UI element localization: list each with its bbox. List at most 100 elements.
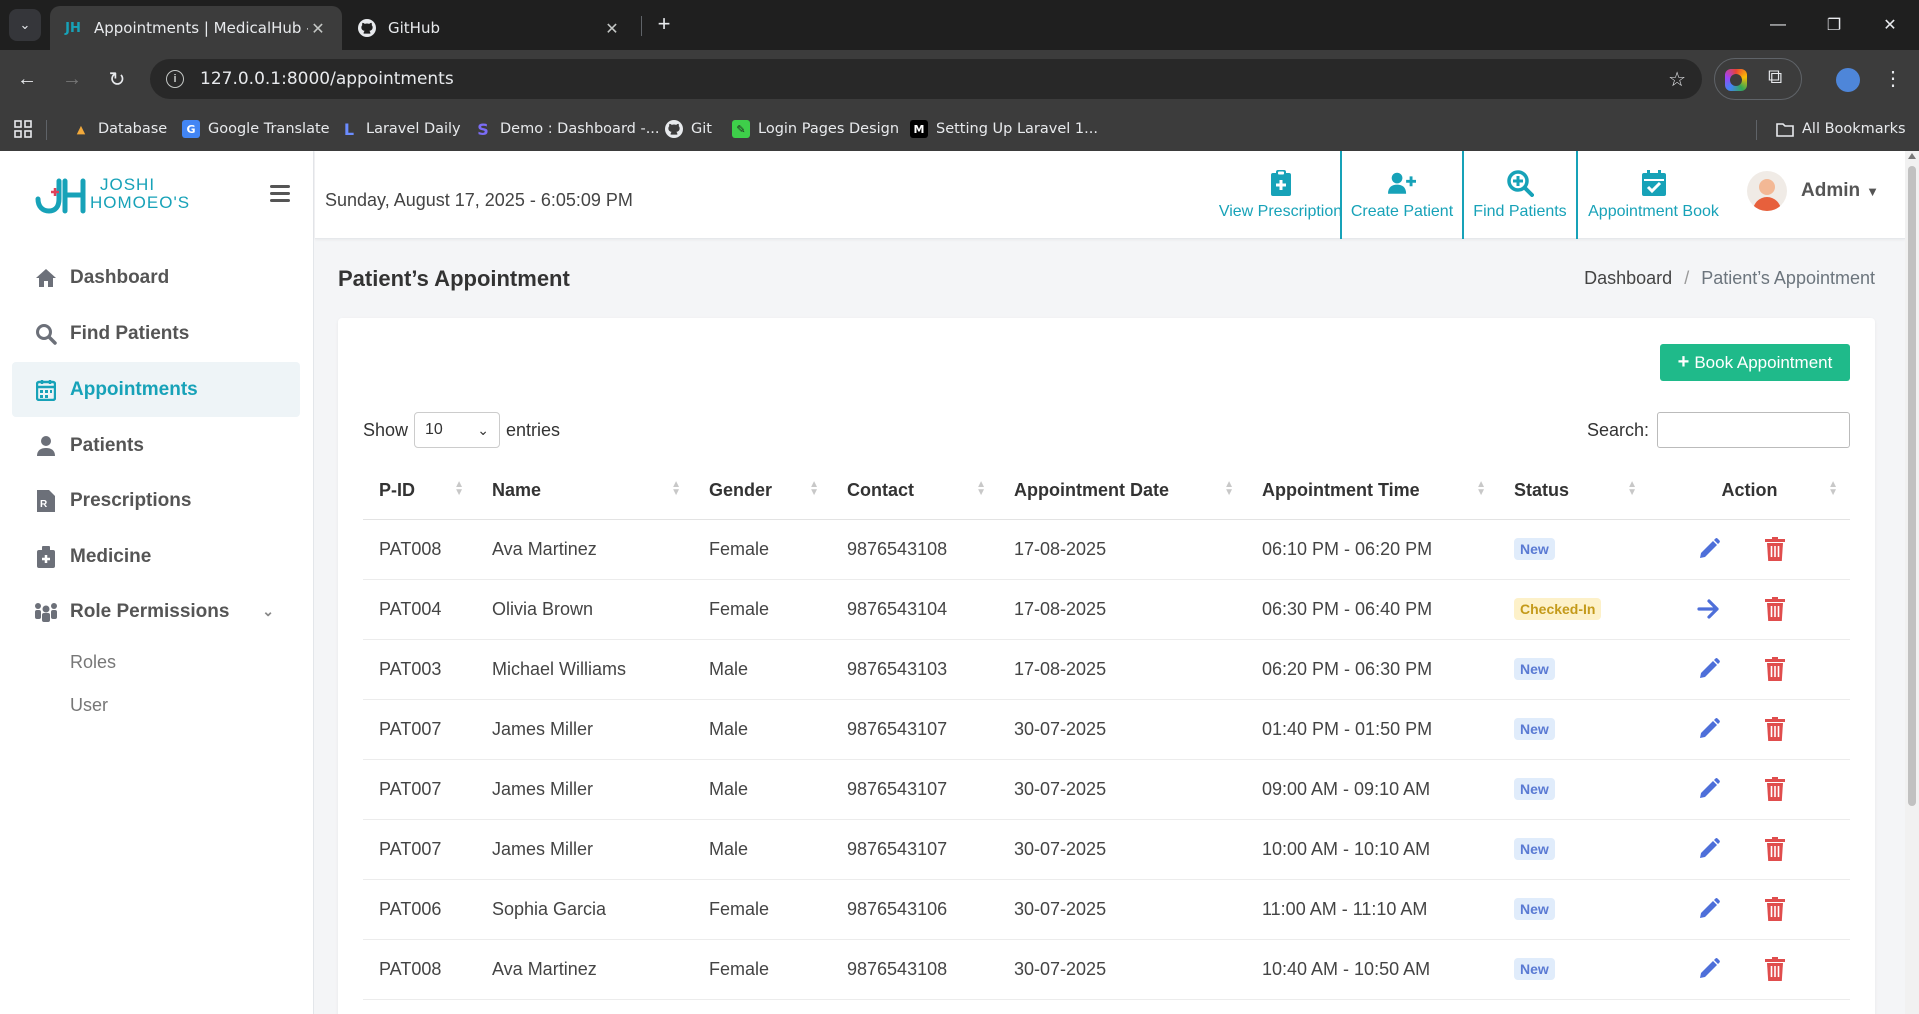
tab-github[interactable]: GitHub ✕ [344,6,636,50]
delete-trash-icon[interactable] [1761,895,1789,923]
column-header-status[interactable]: Status ▲ ▼ [1498,463,1649,520]
table-row: PAT007 James Miller Male 9876543107 30-07-20… [363,819,1850,880]
browser-menu-icon[interactable]: ⋮ [1883,66,1903,91]
sidebar-item-patients[interactable]: Patients [12,418,300,473]
scrollbar-thumb[interactable] [1908,166,1916,806]
delete-trash-icon[interactable] [1761,775,1789,803]
extensions-puzzle-icon[interactable]: ⧉ [1768,66,1782,89]
quick-action-find-patients[interactable]: Find Patients [1462,151,1576,239]
search-input[interactable] [1657,412,1850,448]
user-name: Admin [1801,180,1861,201]
profile-avatar[interactable] [1836,68,1860,92]
column-header-appointment-date[interactable]: Appointment Date ▲ ▼ [998,463,1246,520]
minimize-button[interactable]: — [1749,0,1807,50]
bookmark-setting-up-laravel[interactable]: M Setting Up Laravel 1... [910,120,1098,138]
edit-pencil-icon[interactable] [1695,535,1723,563]
address-bar[interactable]: i 127.0.0.1:8000/appointments ☆ [150,59,1702,99]
delete-trash-icon[interactable] [1761,655,1789,683]
colorful-extension-icon[interactable] [1725,69,1747,91]
edit-pencil-icon[interactable] [1695,895,1723,923]
sidebar-item-find-patients[interactable]: Find Patients [12,306,300,361]
bookmark-git[interactable]: Git [665,120,712,138]
column-label: Appointment Time [1262,480,1420,501]
bookmark-database[interactable]: ▲ Database [72,120,167,138]
sidebar-item-appointments[interactable]: Appointments [12,362,300,417]
medium-icon: M [910,120,928,138]
sort-icon: ▲ ▼ [976,479,986,498]
column-header-appointment-time[interactable]: Appointment Time ▲ ▼ [1246,463,1498,520]
sidebar-item-label: Appointments [70,378,198,400]
table-header-row: P-ID ▲ ▼ Name ▲ ▼ Gender ▲ ▼ Contact ▲ ▼ Appoint… [363,463,1850,520]
edit-pencil-icon[interactable] [1695,715,1723,743]
sidebar-item-role-permissions[interactable]: Role Permissions ⌄ [12,584,300,639]
edit-pencil-icon[interactable] [1695,655,1723,683]
user-menu[interactable]: Admin ▼ [1747,171,1879,211]
brand-logo[interactable]: JOSHI HOMOEO'S [34,175,190,214]
bookmark-login-pages[interactable]: ✎ Login Pages Design [732,120,899,138]
column-header-pid[interactable]: P-ID ▲ ▼ [363,463,476,520]
table-row: PAT003 Michael Williams Male 9876543103 17-0… [363,639,1850,700]
cell-date: 17-08-2025 [998,639,1246,700]
edit-pencil-icon[interactable] [1695,775,1723,803]
svg-text:R: R [40,499,48,510]
quick-action-label: Create Patient [1350,203,1454,220]
bookmark-star-icon[interactable]: ☆ [1668,67,1686,92]
scroll-up-arrow-icon[interactable] [1908,153,1916,159]
edit-pencil-icon[interactable] [1695,835,1723,863]
cell-gender: Male [693,699,831,760]
edit-pencil-icon[interactable] [1695,955,1723,983]
quick-action-view-prescription[interactable]: View Prescription [1202,151,1359,239]
quick-action-create-patient[interactable]: Create Patient [1340,151,1462,239]
close-window-button[interactable]: ✕ [1861,0,1919,50]
sidebar-item-dashboard[interactable]: Dashboard [12,250,300,305]
apps-grid-icon[interactable] [14,120,32,138]
page-scrollbar[interactable] [1905,151,1919,1014]
column-header-action[interactable]: Action ▲ ▼ [1649,463,1850,520]
column-header-name[interactable]: Name ▲ ▼ [476,463,693,520]
sidebar-subitem-roles[interactable]: Roles [70,652,116,673]
new-tab-button[interactable]: + [650,10,678,38]
page-title: Patient’s Appointment [338,266,570,291]
cell-name: James Miller [476,819,693,880]
quick-action-appointment-book[interactable]: Appointment Book [1576,151,1729,239]
cell-time: 10:40 AM - 10:50 AM [1246,939,1498,1000]
sidebar-subitem-user[interactable]: User [70,695,108,716]
cell-name: Sophia Garcia [476,879,693,940]
tab-search-button[interactable]: ⌄ [9,9,41,41]
delete-trash-icon[interactable] [1761,835,1789,863]
column-header-contact[interactable]: Contact ▲ ▼ [831,463,998,520]
bookmark-label: Demo : Dashboard -... [500,121,660,137]
tab-appointments[interactable]: JH Appointments | MedicalHub - A ✕ [50,6,342,50]
search-label: Search: [1586,419,1649,440]
status-badge: Checked-In [1514,598,1602,620]
delete-trash-icon[interactable] [1761,595,1789,623]
back-button[interactable]: ← [10,62,44,96]
column-header-gender[interactable]: Gender ▲ ▼ [693,463,831,520]
entries-select[interactable]: 10 ⌄ [414,412,501,448]
breadcrumb-home[interactable]: Dashboard [1584,268,1672,289]
brand-text: JOSHI HOMOEO'S [90,176,190,212]
bookmark-demo-dashboard[interactable]: S Demo : Dashboard -... [474,120,660,139]
site-info-icon[interactable]: i [166,70,184,88]
cell-name: Ava Martinez [476,519,693,580]
check-in-arrow-icon[interactable] [1695,595,1723,623]
cell-gender: Male [693,819,831,880]
close-tab-icon[interactable]: ✕ [602,19,622,38]
show-label: Show [363,419,409,440]
brand-line2: HOMOEO'S [90,193,191,212]
all-bookmarks[interactable]: All Bookmarks [1776,120,1906,138]
forward-button[interactable]: → [55,62,89,96]
sidebar-item-prescriptions[interactable]: R Prescriptions [12,473,300,528]
restore-button[interactable]: ❐ [1805,0,1863,50]
sidebar-item-medicine[interactable]: Medicine [12,529,300,584]
brand-line1: JOSHI [100,175,156,194]
bookmark-google-translate[interactable]: G Google Translate [182,120,330,138]
bookmark-laravel-daily[interactable]: L Laravel Daily [340,120,461,139]
close-tab-icon[interactable]: ✕ [308,19,328,38]
menu-toggle-icon[interactable] [270,185,290,202]
delete-trash-icon[interactable] [1761,715,1789,743]
delete-trash-icon[interactable] [1761,535,1789,563]
book-appointment-button[interactable]: + Book Appointment [1660,344,1850,381]
reload-button[interactable]: ↻ [100,62,134,96]
delete-trash-icon[interactable] [1761,955,1789,983]
